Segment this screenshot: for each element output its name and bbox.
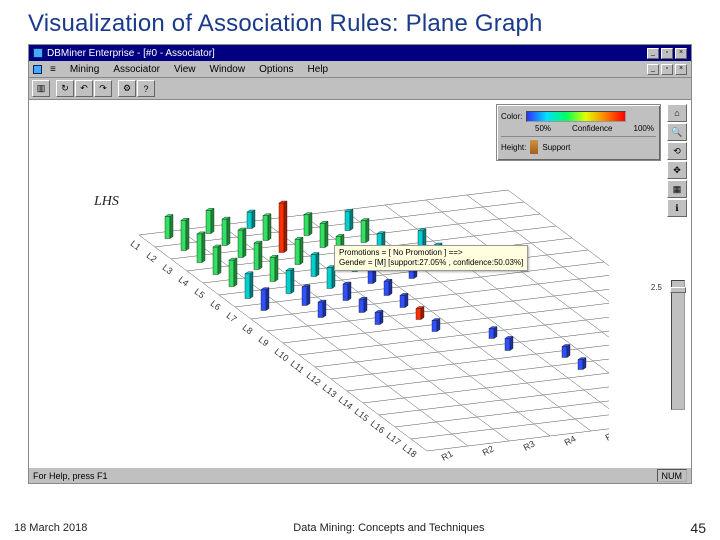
svg-text:L10: L10	[273, 346, 291, 363]
tool-settings-icon[interactable]: ⚙	[118, 80, 136, 97]
slide-footer: 18 March 2018 Data Mining: Concepts and …	[0, 520, 720, 536]
app-window: DBMiner Enterprise - [#0 - Associator] _…	[28, 44, 692, 484]
toolbar: ▥ ↻ ↶ ↷ ⚙ ?	[29, 78, 691, 100]
menu-file-icon[interactable]: ≡	[44, 63, 62, 76]
svg-text:L12: L12	[305, 370, 323, 387]
titlebar: DBMiner Enterprise - [#0 - Associator] _…	[29, 45, 691, 61]
tool-undo-icon[interactable]: ↶	[75, 80, 93, 97]
tooltip-line2: Gender = [M] [support:27.05% , confidenc…	[339, 258, 523, 268]
inner-maximize-button[interactable]: ▫	[661, 64, 673, 75]
svg-text:L18: L18	[401, 442, 419, 459]
svg-text:R1: R1	[440, 449, 455, 463]
legend-conf-high: 100%	[634, 124, 654, 133]
tool-redo-icon[interactable]: ↷	[94, 80, 112, 97]
svg-text:L2: L2	[145, 250, 159, 264]
menu-view[interactable]: View	[168, 63, 202, 76]
maximize-button[interactable]: ▫	[661, 48, 673, 59]
inner-close-button[interactable]: ×	[675, 64, 687, 75]
footer-center: Data Mining: Concepts and Techniques	[293, 522, 484, 534]
menu-mining[interactable]: Mining	[64, 63, 105, 76]
side-toolbar: ⌂ 🔍 ⟲ ✥ ▦ ℹ	[667, 104, 689, 217]
svg-text:L16: L16	[369, 418, 387, 435]
svg-text:L5: L5	[193, 286, 207, 300]
doc-icon	[33, 65, 42, 74]
menu-window[interactable]: Window	[204, 63, 252, 76]
svg-text:L6: L6	[209, 298, 223, 312]
window-title: DBMiner Enterprise - [#0 - Associator]	[47, 48, 215, 59]
svg-text:R5: R5	[604, 429, 609, 443]
slide-title: Visualization of Association Rules: Plan…	[0, 0, 720, 44]
slider-top-label: 2.5	[651, 283, 662, 292]
menubar: ≡ Mining Associator View Window Options …	[29, 61, 691, 78]
inner-minimize-button[interactable]: _	[647, 64, 659, 75]
svg-text:L1: L1	[129, 238, 143, 252]
menu-help[interactable]: Help	[302, 63, 335, 76]
svg-text:L4: L4	[177, 274, 191, 288]
slider-thumb[interactable]	[670, 287, 686, 293]
rule-tooltip: Promotions = [ No Promotion ] ==> Gender…	[334, 245, 528, 271]
threshold-slider[interactable]: 2.5	[671, 280, 685, 410]
side-rotate-icon[interactable]: ⟲	[667, 142, 687, 160]
statusbar: For Help, press F1 NUM	[29, 467, 691, 483]
footer-date: 18 March 2018	[14, 522, 87, 534]
svg-text:L15: L15	[353, 406, 371, 423]
status-numlock: NUM	[657, 469, 688, 482]
svg-text:L17: L17	[385, 430, 403, 447]
close-button[interactable]: ×	[675, 48, 687, 59]
svg-text:L8: L8	[241, 322, 255, 336]
svg-text:L3: L3	[161, 262, 175, 276]
side-grid-icon[interactable]: ▦	[667, 180, 687, 198]
menu-associator[interactable]: Associator	[107, 63, 166, 76]
svg-text:R2: R2	[481, 444, 496, 458]
svg-text:L14: L14	[337, 394, 355, 411]
visualization-area: Color: 50% Confidence 100% Height: Suppo…	[29, 100, 691, 467]
side-zoom-icon[interactable]: 🔍	[667, 123, 687, 141]
plane-graph: LHSL1L2L3L4L5L6L7L8L9L10L11L12L13L14L15L…	[49, 120, 609, 485]
tool-chart-icon[interactable]: ▥	[32, 80, 50, 97]
footer-page: 45	[690, 520, 706, 536]
status-help: For Help, press F1	[33, 471, 108, 481]
minimize-button[interactable]: _	[647, 48, 659, 59]
svg-text:L13: L13	[321, 382, 339, 399]
side-info-icon[interactable]: ℹ	[667, 199, 687, 217]
svg-text:R4: R4	[563, 434, 578, 448]
side-pan-icon[interactable]: ✥	[667, 161, 687, 179]
svg-text:LHS: LHS	[93, 194, 119, 209]
svg-text:L11: L11	[289, 358, 306, 375]
svg-text:R3: R3	[522, 439, 537, 453]
tooltip-line1: Promotions = [ No Promotion ] ==>	[339, 248, 523, 258]
app-icon	[33, 48, 43, 58]
svg-text:L9: L9	[257, 334, 271, 348]
menu-options[interactable]: Options	[253, 63, 299, 76]
tool-help-icon[interactable]: ?	[137, 80, 155, 97]
tool-refresh-icon[interactable]: ↻	[56, 80, 74, 97]
side-home-icon[interactable]: ⌂	[667, 104, 687, 122]
svg-text:L7: L7	[225, 310, 239, 324]
